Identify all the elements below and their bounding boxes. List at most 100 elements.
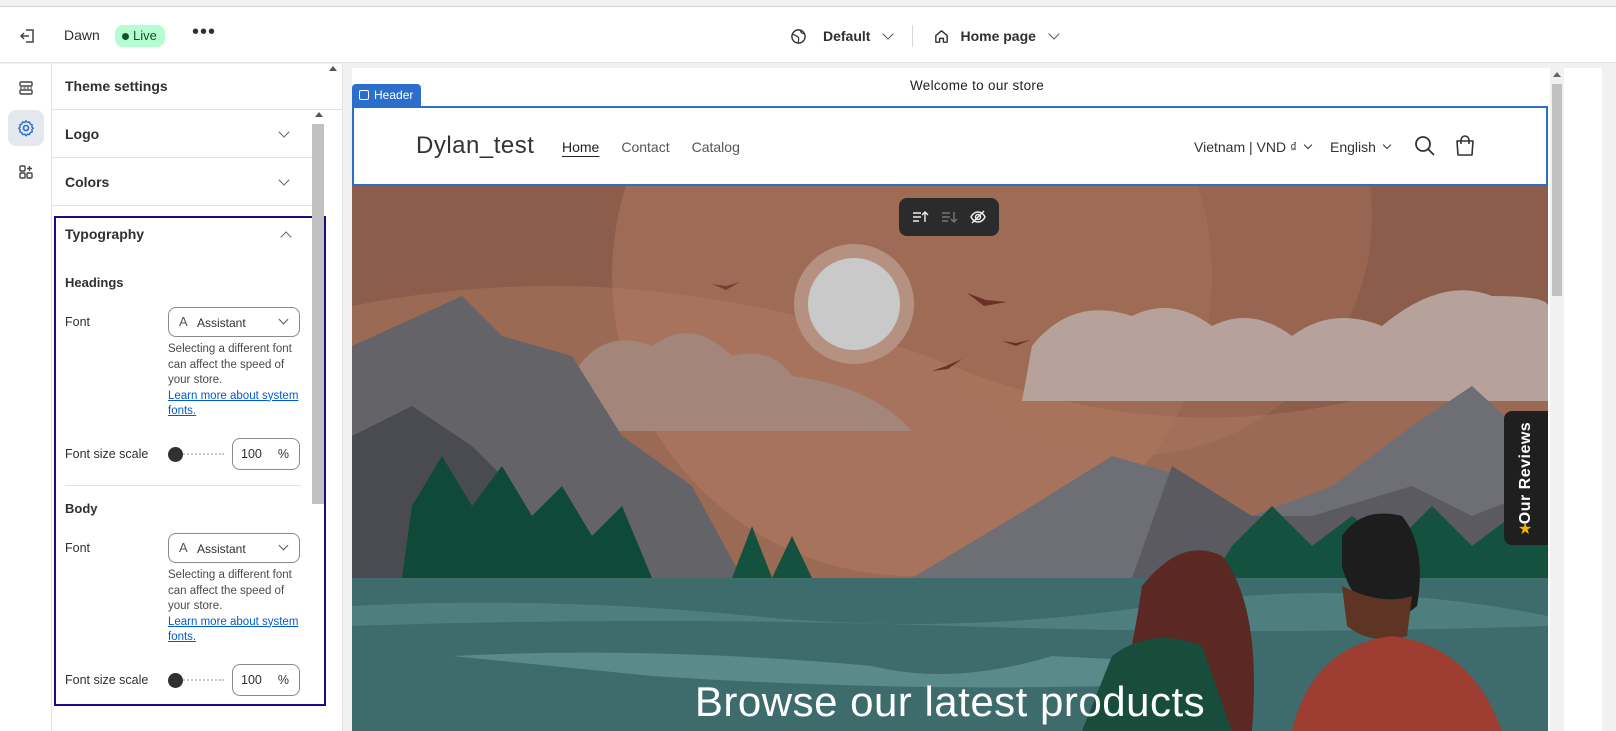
panel-title: Theme settings [65,78,168,94]
chevron-down-icon [1048,28,1060,40]
body-scale-label: Font size scale [65,673,149,687]
scrollbar-thumb[interactable] [312,124,324,504]
typography-header[interactable]: Typography [56,218,324,252]
section-typography: Typography Headings Font A Assistant Sel… [54,216,326,706]
sections-button[interactable] [8,70,44,106]
body-font-label: Font [65,541,91,555]
hero-illustration [352,186,1548,731]
font-icon: A [179,314,188,329]
slider-thumb[interactable] [168,673,183,688]
exit-icon [19,29,34,43]
exit-button[interactable] [14,22,42,50]
panel-scrollbar[interactable] [312,112,324,724]
system-fonts-link[interactable]: Learn more about system fonts. [168,389,300,420]
section-colors[interactable]: Colors [52,158,312,206]
left-rail [0,64,52,731]
chevron-down-icon [278,174,290,186]
live-badge: Live [115,25,165,47]
body-font-help: Selecting a different font can affect th… [168,568,300,646]
font-name: Assistant [197,542,246,556]
hide-icon[interactable] [969,208,987,226]
language-selector[interactable]: English [1330,139,1392,155]
body-scale-slider[interactable] [168,673,224,688]
help-text: Selecting a different font can affect th… [168,343,292,386]
scroll-up-icon[interactable] [1553,72,1561,77]
headings-scale-slider[interactable] [168,447,224,462]
nav-link-contact[interactable]: Contact [621,139,669,155]
section-icon [359,90,369,100]
headings-font-label: Font [65,315,91,329]
chevron-up-icon [280,231,292,243]
help-text: Selecting a different font can affect th… [168,569,292,612]
sections-icon [19,81,33,95]
scrollbar-thumb[interactable] [1552,84,1562,296]
body-font-picker[interactable]: A Assistant [168,533,300,563]
headings-scale-label: Font size scale [65,447,149,461]
move-down-icon[interactable] [940,208,958,226]
headings-font-help: Selecting a different font can affect th… [168,342,300,420]
gear-icon [18,120,34,137]
section-label: Typography [65,226,145,242]
scroll-up-icon[interactable] [315,112,323,117]
section-tag-label: Header [374,88,414,102]
section-label: Colors [65,174,110,190]
language-label: English [1330,139,1376,155]
country-selector[interactable]: Vietnam | VND ₫ [1194,139,1313,155]
chevron-down-icon [1382,140,1392,150]
top-bar: Dawn Live ••• Default Home page [0,6,1616,63]
font-name: Assistant [197,316,246,330]
scale-unit: % [277,673,289,687]
panel-scroll-up-icon[interactable] [329,66,337,71]
body-scale-input[interactable]: 100 % [232,664,300,696]
theme-name: Dawn [64,27,100,43]
hero-heading: Browse our latest products [694,678,1206,725]
globe-icon [791,28,806,44]
country-label: Vietnam | VND ₫ [1194,139,1298,155]
section-toolbar [899,198,999,236]
store-logo-text[interactable]: Dylan_test [416,132,534,160]
star-icon: ★ [1518,521,1533,538]
announcement-bar: Welcome to our store [909,78,1045,93]
page-select[interactable]: Home page [933,28,1060,45]
nav-link-home[interactable]: Home [562,139,599,155]
more-actions-button[interactable]: ••• [192,22,216,47]
chevron-down-icon [278,126,290,138]
reviews-tab[interactable]: Our Reviews ★ [1504,411,1548,545]
section-tag[interactable]: Header [352,84,422,106]
search-icon[interactable] [1412,133,1438,159]
font-icon: A [179,540,188,555]
scale-value: 100 [241,673,262,687]
divider [912,25,914,47]
main-nav: Home Contact Catalog [562,139,740,155]
cart-icon[interactable] [1452,133,1478,159]
preview-scrollbar[interactable] [1550,68,1564,731]
headings-font-picker[interactable]: A Assistant [168,307,300,337]
body-heading: Body [65,501,98,516]
theme-settings-panel: Theme settings Logo Colors Typography He… [52,64,343,731]
page-select-label: Home page [960,28,1036,44]
store-header[interactable]: Dylan_test Home Contact Catalog Vietnam … [352,106,1548,186]
move-up-icon[interactable] [911,208,929,226]
slider-thumb[interactable] [168,447,183,462]
chevron-down-icon [278,314,289,325]
preview-controls: Default Home page [790,21,1060,51]
view-select[interactable]: Default [790,28,895,45]
apps-button[interactable] [8,154,44,190]
section-logo[interactable]: Logo [52,110,312,158]
apps-icon [19,165,33,179]
scale-unit: % [277,447,289,461]
hero-banner [352,186,1548,731]
divider [65,485,301,486]
reviews-tab-label: Our Reviews [1517,421,1534,525]
system-fonts-link[interactable]: Learn more about system fonts. [168,615,300,646]
headings-scale-input[interactable]: 100 % [232,438,300,470]
view-select-label: Default [823,28,871,44]
scale-value: 100 [241,447,262,461]
theme-settings-button[interactable] [8,110,44,146]
nav-link-catalog[interactable]: Catalog [692,139,740,155]
section-label: Logo [65,126,100,142]
storefront-preview: Welcome to our store Header Dylan_test H… [352,68,1602,731]
chevron-down-icon [882,28,895,40]
home-icon [935,29,949,43]
chevron-down-icon [278,540,289,551]
